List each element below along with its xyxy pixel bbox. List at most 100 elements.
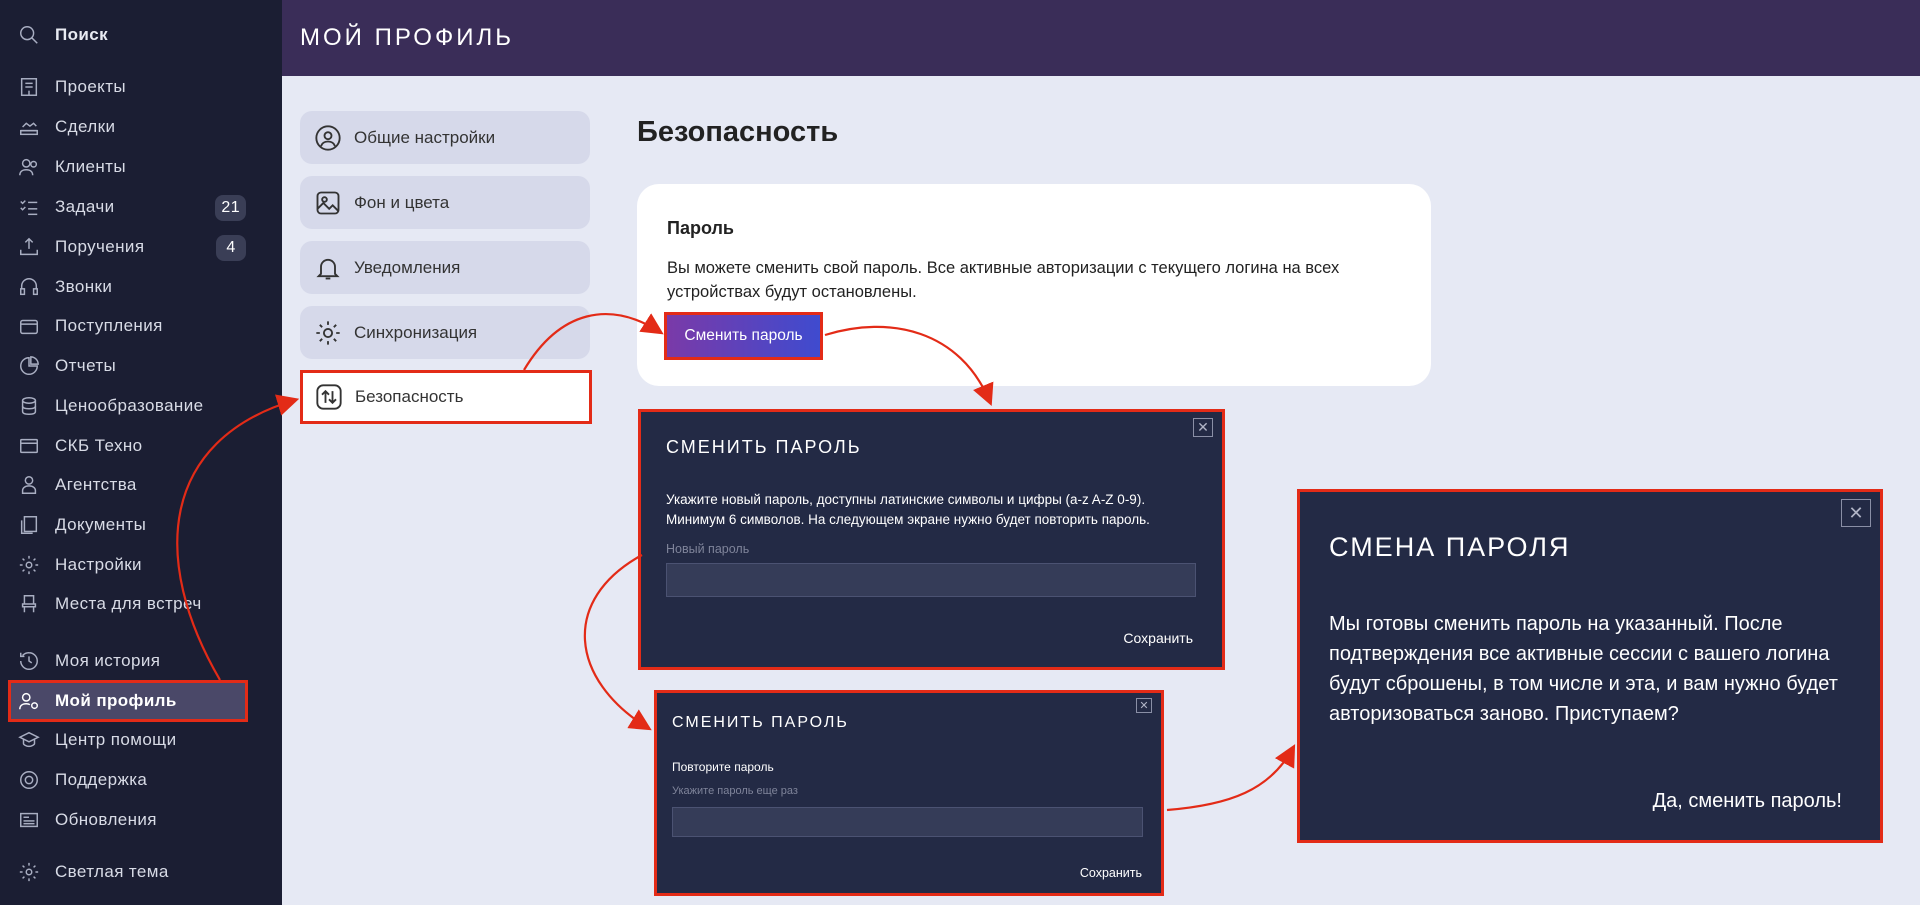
user-circle-icon [315,124,341,151]
settings-tab-label: Фон и цвета [354,192,450,212]
gear-icon [19,555,39,575]
sidebar: Поиск Проекты Сделки Клиенты Задачи 21 П… [0,0,282,905]
sidebar-item-label: Моя история [55,651,161,670]
theme-toggle[interactable]: Светлая тема [0,854,282,890]
headset-icon [20,278,38,296]
new-password-input[interactable] [666,563,1196,597]
sidebar-item-label: Проекты [55,77,127,96]
sidebar-item-label: Поручения [55,237,145,256]
sidebar-item-receipts[interactable]: Поступления [0,308,282,344]
theme-toggle-label: Светлая тема [55,862,169,881]
chair-icon [21,595,37,613]
close-icon[interactable]: ✕ [1841,499,1871,527]
sidebar-item-deals[interactable]: Сделки [0,109,282,145]
close-icon[interactable]: ✕ [1193,418,1213,437]
window-icon [20,438,38,454]
page-header-title: МОЙ ПРОФИЛЬ [300,24,514,51]
page-header: МОЙ ПРОФИЛЬ [282,0,1920,76]
settings-tab-label: Синхронизация [354,322,478,342]
sidebar-item-reports[interactable]: Отчеты [0,348,282,384]
gear-icon [316,320,340,345]
sidebar-item-label: Настройки [55,555,142,574]
settings-tab-label: Уведомления [354,257,461,277]
sidebar-item-help-center[interactable]: Центр помощи [0,722,282,758]
sidebar-item-label: Поддержка [55,770,148,789]
building-icon [20,78,38,96]
sidebar-item-projects[interactable]: Проекты [0,69,282,105]
sidebar-item-meeting-places[interactable]: Места для встреч [0,586,282,622]
settings-tab-label: Безопасность [355,387,464,406]
sidebar-item-label: СКБ Техно [55,436,143,455]
sidebar-item-tasks[interactable]: Задачи 21 [0,189,282,225]
pie-chart-icon [20,356,39,375]
change-password-button[interactable]: Сменить пароль [664,312,823,360]
password-card-text: Вы можете сменить свой пароль. Все актив… [667,259,1340,301]
history-icon [20,652,38,670]
sidebar-item-agencies[interactable]: Агентства [0,467,282,503]
sidebar-item-assignments[interactable]: Поручения 4 [0,229,282,265]
settings-tab-general[interactable]: Общие настройки [300,111,590,164]
graduation-cap-icon [18,731,40,748]
modal-title: СМЕНА ПАРОЛЯ [1329,532,1571,562]
gear-icon [19,862,39,882]
sidebar-item-label: Отчеты [55,356,117,375]
checklist-icon [20,200,38,216]
sidebar-search[interactable]: Поиск [0,17,282,53]
settings-tab-security[interactable]: Безопасность [300,370,592,424]
image-icon [316,191,340,214]
sidebar-item-documents[interactable]: Документы [0,507,282,543]
sidebar-item-updates[interactable]: Обновления [0,802,282,838]
confirm-change-button[interactable]: Да, сменить пароль! [1653,790,1842,813]
confirm-password-change-modal: ✕ СМЕНА ПАРОЛЯ Мы готовы сменить пароль … [1297,489,1883,843]
sidebar-item-clients[interactable]: Клиенты [0,149,282,185]
sidebar-item-label: Центр помощи [55,730,177,749]
arrow-modal2-to-modal3 [1166,744,1296,812]
save-button[interactable]: Сохранить [1080,866,1142,880]
modal-title: СМЕНИТЬ ПАРОЛЬ [672,714,849,731]
repeat-password-input[interactable] [672,807,1143,837]
assignments-count-badge: 4 [216,235,246,261]
modal-text: Укажите новый пароль, доступны латинские… [666,492,1150,527]
sidebar-item-skb[interactable]: СКБ Техно [0,428,282,464]
password-card-heading: Пароль [667,218,734,238]
newspaper-icon [20,812,38,828]
sidebar-item-label: Звонки [55,277,113,296]
lifebuoy-icon [20,771,38,789]
modal-text: Повторите пароль [672,760,774,774]
sidebar-item-calls[interactable]: Звонки [0,269,282,305]
section-title: Безопасность [637,116,839,148]
sidebar-item-pricing[interactable]: Ценообразование [0,388,282,424]
sidebar-search-label: Поиск [55,25,109,44]
bell-icon [316,258,340,279]
sidebar-item-label: Обновления [55,810,157,829]
handshake-icon [20,122,38,136]
modal-title: СМЕНИТЬ ПАРОЛЬ [666,437,862,457]
swap-arrows-icon [316,384,342,410]
sidebar-item-history[interactable]: Моя история [0,643,282,679]
sidebar-item-settings[interactable]: Настройки [0,547,282,583]
upload-tray-icon [20,237,38,256]
user-gear-icon [19,692,38,710]
sidebar-item-label: Места для встреч [55,594,202,613]
sidebar-item-label: Сделки [55,117,116,136]
close-icon[interactable]: ✕ [1136,698,1152,713]
settings-tab-sync[interactable]: Синхронизация [300,306,590,359]
settings-tab-label: Общие настройки [354,127,496,147]
sidebar-item-support[interactable]: Поддержка [0,762,282,798]
search-icon [20,26,38,44]
sidebar-item-label: Задачи [55,197,115,216]
settings-tab-notifications[interactable]: Уведомления [300,241,590,294]
save-button[interactable]: Сохранить [1123,630,1193,646]
wallet-icon [20,319,38,335]
new-password-modal: ✕ СМЕНИТЬ ПАРОЛЬ Укажите новый пароль, д… [638,409,1225,670]
sidebar-item-label: Документы [55,515,147,534]
users-icon [19,158,38,176]
sidebar-item-label: Агентства [55,475,137,494]
agent-icon [21,476,37,494]
modal-text: Мы готовы сменить пароль на указанный. П… [1329,613,1838,725]
sidebar-item-my-profile[interactable]: Мой профиль [8,680,248,722]
field-label: Укажите пароль еще раз [672,785,798,797]
tasks-count-badge: 21 [215,195,246,221]
settings-tab-background[interactable]: Фон и цвета [300,176,590,229]
sidebar-item-label: Ценообразование [55,396,204,415]
